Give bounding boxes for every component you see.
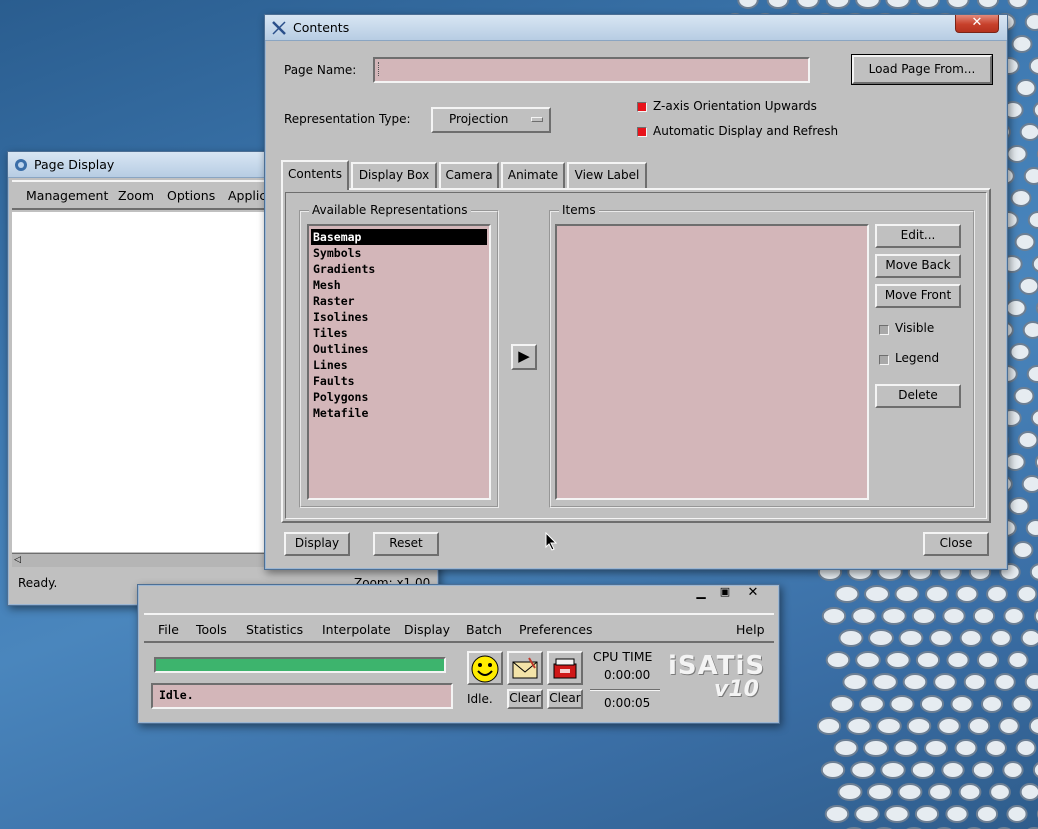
page-name-input[interactable] [373, 57, 810, 83]
error-box-icon [553, 658, 577, 679]
cpu-time-value: 0:00:00 [604, 668, 651, 682]
menu-display[interactable]: Display [404, 622, 450, 637]
isatis-menubar: File Tools Statistics Interpolate Displa… [144, 613, 774, 643]
move-front-button[interactable]: Move Front [875, 284, 961, 308]
progress-fill [156, 659, 444, 671]
representation-type-value: Projection [449, 112, 509, 126]
close-icon[interactable]: ✕ [955, 15, 999, 33]
tab-view-label[interactable]: View Label [567, 162, 647, 188]
items-title: Items [559, 203, 599, 217]
representation-item[interactable]: Metafile [311, 405, 487, 421]
representation-item[interactable]: Raster [311, 293, 487, 309]
representation-item[interactable]: Basemap [311, 229, 487, 245]
representation-item[interactable]: Mesh [311, 277, 487, 293]
z-axis-label: Z-axis Orientation Upwards [653, 99, 817, 113]
tab-camera[interactable]: Camera [439, 162, 499, 188]
auto-display-checkbox[interactable] [637, 127, 647, 137]
status-field-text: Idle. [159, 688, 194, 702]
text-cursor-icon [378, 62, 380, 76]
available-representations-group: Available Representations Basemap Symbols… [299, 203, 499, 508]
errors-button[interactable] [547, 651, 583, 685]
menu-interpolate[interactable]: Interpolate [322, 622, 391, 637]
window-title: Contents [293, 20, 350, 35]
version-label: v10 [714, 677, 759, 702]
reset-button[interactable]: Reset [373, 532, 439, 556]
x-window-icon [272, 20, 286, 35]
tab-panel: Available Representations Basemap Symbols… [281, 188, 991, 523]
items-group: Items Edit... Move Back Move Front Visib… [549, 203, 975, 508]
progress-bar [154, 657, 446, 673]
representation-item[interactable]: Outlines [311, 341, 487, 357]
horizontal-scrollbar[interactable]: ◁ [12, 553, 270, 567]
smiley-icon [471, 655, 499, 683]
page-canvas[interactable] [12, 212, 270, 552]
menu-options[interactable]: Options [167, 188, 215, 203]
elapsed-time-value: 0:00:05 [604, 696, 651, 710]
status-field: Idle. [151, 683, 453, 709]
load-page-from-button[interactable]: Load Page From... [852, 55, 992, 84]
tab-contents[interactable]: Contents [281, 160, 349, 190]
tab-animate[interactable]: Animate [501, 162, 565, 188]
tab-bar: Contents Display Box Camera Animate View… [281, 160, 991, 190]
representation-item[interactable]: Lines [311, 357, 487, 373]
legend-label: Legend [895, 351, 940, 365]
isatis-main-window: ▁ ▣ ✕ File Tools Statistics Interpolate … [137, 584, 780, 724]
menu-batch[interactable]: Batch [466, 622, 502, 637]
visible-label: Visible [895, 321, 935, 335]
representation-item[interactable]: Faults [311, 373, 487, 389]
smiley-button[interactable] [467, 651, 503, 685]
app-icon [15, 158, 27, 171]
clear-messages-button[interactable]: Clear [507, 689, 543, 709]
display-button[interactable]: Display [284, 532, 350, 556]
page-name-label: Page Name: [284, 63, 357, 77]
contents-titlebar[interactable]: Contents [265, 15, 1007, 41]
available-representations-title: Available Representations [309, 203, 471, 217]
mail-icon [512, 657, 538, 679]
representation-item[interactable]: Gradients [311, 261, 487, 277]
menu-zoom[interactable]: Zoom [118, 188, 154, 203]
edit-button[interactable]: Edit... [875, 224, 961, 248]
visible-checkbox[interactable] [879, 325, 889, 335]
tab-display-box[interactable]: Display Box [351, 162, 437, 188]
close-button[interactable]: Close [923, 532, 989, 556]
representations-list[interactable]: Basemap Symbols Gradients Mesh Raster Isoline… [307, 224, 491, 500]
window-controls: ▁ ▣ ✕ [689, 585, 769, 603]
delete-button[interactable]: Delete [875, 384, 961, 408]
cpu-time-label: CPU TIME [593, 649, 653, 664]
menu-preferences[interactable]: Preferences [519, 622, 593, 637]
maximize-icon[interactable]: ▣ [713, 585, 737, 601]
z-axis-checkbox[interactable] [637, 102, 647, 112]
representation-type-select[interactable]: Projection [431, 107, 551, 133]
option-menu-indicator-icon [531, 117, 543, 122]
menu-applic[interactable]: Applic [228, 188, 266, 203]
representation-item[interactable]: Tiles [311, 325, 487, 341]
auto-display-label: Automatic Display and Refresh [653, 124, 839, 138]
time-separator [590, 689, 660, 691]
close-icon[interactable]: ✕ [737, 585, 769, 601]
menu-help[interactable]: Help [736, 622, 765, 637]
status-text: Ready. [18, 576, 58, 590]
legend-checkbox[interactable] [879, 355, 889, 365]
minimize-icon[interactable]: ▁ [689, 585, 713, 601]
menu-management[interactable]: Management [26, 188, 108, 203]
messages-button[interactable] [507, 651, 543, 685]
representation-item[interactable]: Symbols [311, 245, 487, 261]
play-arrow-icon: ▶ [518, 347, 530, 365]
representation-item[interactable]: Isolines [311, 309, 487, 325]
representation-type-label: Representation Type: [284, 112, 411, 126]
move-back-button[interactable]: Move Back [875, 254, 961, 278]
scroll-left-arrow-icon[interactable]: ◁ [14, 555, 21, 565]
menu-statistics[interactable]: Statistics [246, 622, 303, 637]
contents-dialog: Contents ✕ Page Name: Load Page From... … [264, 14, 1008, 570]
clear-errors-button[interactable]: Clear [547, 689, 583, 709]
idle-label: Idle. [467, 692, 493, 706]
window-title: Page Display [34, 157, 115, 172]
representation-item[interactable]: Polygons [311, 389, 487, 405]
add-item-button[interactable]: ▶ [511, 344, 537, 370]
items-list[interactable] [555, 224, 869, 500]
menu-tools[interactable]: Tools [196, 622, 227, 637]
mouse-pointer-icon [545, 532, 558, 551]
menu-file[interactable]: File [158, 622, 179, 637]
